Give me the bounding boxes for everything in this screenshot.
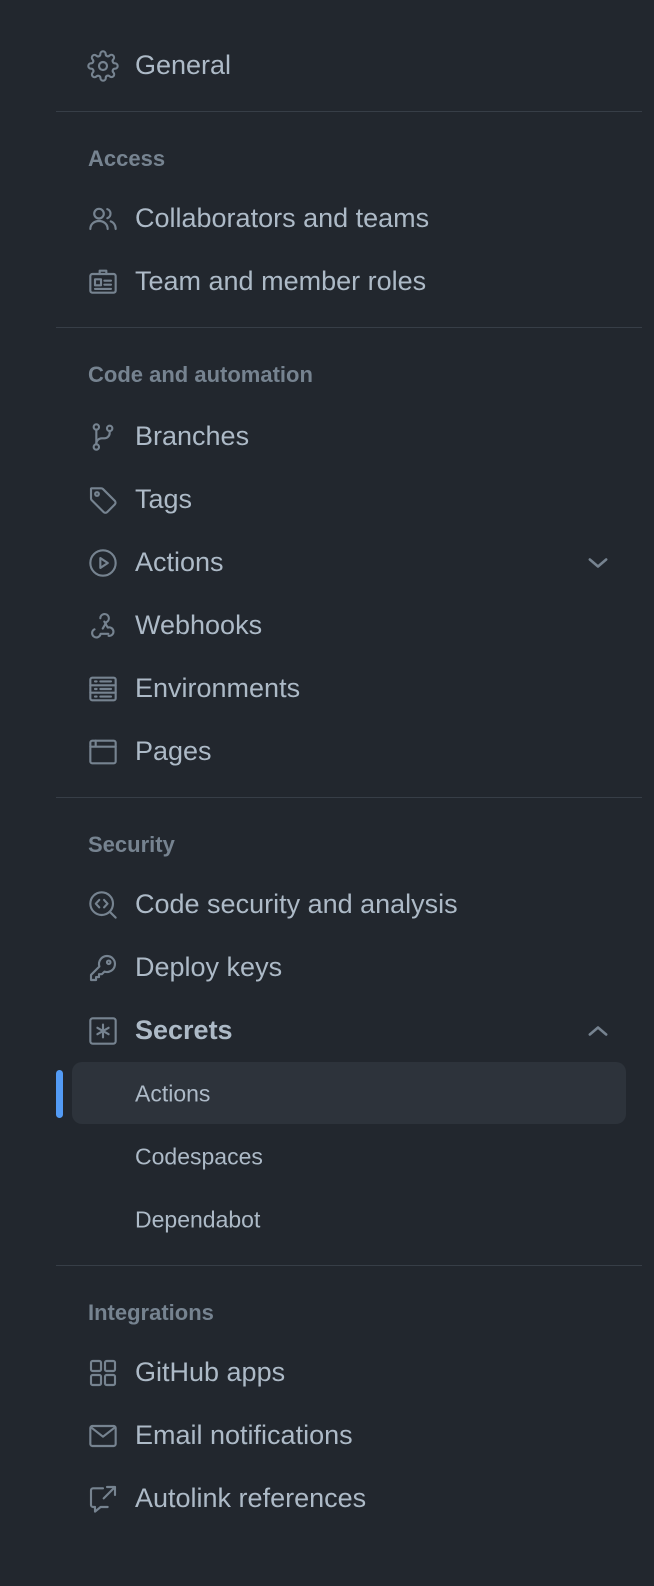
play-icon — [86, 546, 120, 580]
sidebar-item-secrets[interactable]: Secrets — [56, 999, 648, 1062]
sidebar-item-branches[interactable]: Branches — [56, 405, 648, 468]
sidebar-item-label: Tags — [135, 484, 193, 514]
git-branch-icon — [86, 420, 120, 454]
sidebar-item-team-member-roles[interactable]: Team and member roles — [56, 250, 648, 313]
key-icon — [86, 951, 120, 985]
link-external-icon — [86, 1482, 120, 1516]
gear-icon — [86, 49, 120, 83]
sidebar-item-label: Webhooks — [135, 610, 263, 640]
sidebar-item-github-apps[interactable]: GitHub apps — [56, 1341, 648, 1404]
apps-icon — [86, 1356, 120, 1390]
active-indicator — [56, 1070, 63, 1118]
sidebar-subitem-label: Actions — [135, 1080, 211, 1106]
sidebar-item-label: Code security and analysis — [135, 889, 458, 919]
sidebar-item-collaborators[interactable]: Collaborators and teams — [56, 187, 648, 250]
sidebar-item-general[interactable]: General — [56, 34, 648, 97]
section-heading-integrations: Integrations — [88, 1300, 214, 1325]
sidebar-subitem-label: Codespaces — [135, 1143, 263, 1169]
section-divider — [56, 1265, 642, 1266]
sidebar-subitem-secrets-actions[interactable]: Actions — [56, 1062, 648, 1125]
mail-icon — [86, 1419, 120, 1453]
sidebar-item-label: Email notifications — [135, 1420, 353, 1450]
sidebar-item-environments[interactable]: Environments — [56, 657, 648, 720]
sidebar-item-label: Actions — [135, 547, 224, 577]
people-icon — [86, 202, 120, 236]
sidebar-item-actions[interactable]: Actions — [56, 531, 648, 594]
sidebar-item-email-notifications[interactable]: Email notifications — [56, 1404, 648, 1467]
sidebar-item-deploy-keys[interactable]: Deploy keys — [56, 936, 648, 999]
server-icon — [86, 672, 120, 706]
section-heading-code-automation: Code and automation — [88, 362, 313, 387]
sidebar-subitem-secrets-codespaces[interactable]: Codespaces — [56, 1125, 648, 1188]
sidebar-item-label: Collaborators and teams — [135, 203, 430, 233]
tag-icon — [86, 483, 120, 517]
section-divider — [56, 111, 642, 112]
settings-sidebar: General Access Collaborators and teams T… — [56, 0, 648, 1530]
section-divider — [56, 797, 642, 798]
sidebar-item-label: Secrets — [135, 1015, 233, 1045]
sidebar-item-label: Branches — [135, 421, 250, 451]
sidebar-item-autolink-references[interactable]: Autolink references — [56, 1467, 648, 1530]
webhook-icon — [86, 609, 120, 643]
sidebar-item-label: Pages — [135, 736, 212, 766]
sidebar-item-label: Environments — [135, 673, 301, 703]
sidebar-subitem-label: Dependabot — [135, 1206, 261, 1232]
sidebar-item-label: Deploy keys — [135, 952, 283, 982]
sidebar-item-webhooks[interactable]: Webhooks — [56, 594, 648, 657]
codescan-icon — [86, 888, 120, 922]
sidebar-item-label: General — [135, 50, 232, 80]
browser-icon — [86, 735, 120, 769]
asterisk-box-icon — [86, 1014, 120, 1048]
section-heading-access: Access — [88, 146, 166, 171]
section-heading-security: Security — [88, 832, 175, 857]
sidebar-item-tags[interactable]: Tags — [56, 468, 648, 531]
sidebar-item-label: GitHub apps — [135, 1357, 286, 1387]
id-badge-icon — [86, 265, 120, 299]
sidebar-item-code-security[interactable]: Code security and analysis — [56, 873, 648, 936]
section-divider — [56, 327, 642, 328]
sidebar-item-label: Autolink references — [135, 1483, 367, 1513]
chevron-down-icon[interactable] — [584, 549, 612, 577]
sidebar-item-pages[interactable]: Pages — [56, 720, 648, 783]
sidebar-subitem-secrets-dependabot[interactable]: Dependabot — [56, 1188, 648, 1251]
sidebar-item-label: Team and member roles — [135, 266, 427, 296]
chevron-up-icon[interactable] — [584, 1017, 612, 1045]
